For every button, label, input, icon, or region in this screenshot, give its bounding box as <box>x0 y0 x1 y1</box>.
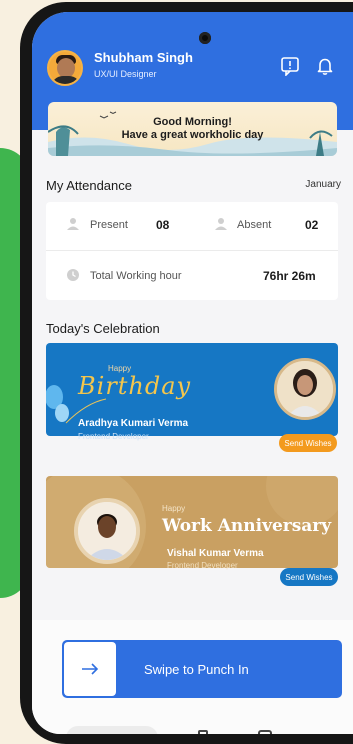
nav-calendar-icon[interactable] <box>198 730 208 734</box>
anniversary-heading: Work Anniversary <box>162 516 332 536</box>
anniversary-happy-text: Happy <box>162 504 186 513</box>
anniversary-person-role: Frontend Developer <box>167 561 238 570</box>
nav-briefcase-icon[interactable] <box>258 730 272 734</box>
bottom-navigation <box>32 714 353 734</box>
bell-icon[interactable] <box>315 56 335 76</box>
greeting-banner: Good Morning! Have a great workholic day <box>48 102 337 156</box>
anniversary-person-photo <box>74 498 140 564</box>
celebration-title: Today's Celebration <box>46 321 160 336</box>
swipe-punch-slider[interactable]: Swipe to Punch In <box>62 640 342 698</box>
arrow-right-icon <box>82 663 99 675</box>
birthday-person-photo <box>274 358 336 420</box>
birthday-send-wishes-button[interactable]: Send Wishes <box>279 434 337 452</box>
birthday-person-role: Frontend Developer <box>78 432 149 441</box>
absent-value: 02 <box>305 218 319 232</box>
anniversary-send-wishes-button[interactable]: Send Wishes <box>280 568 338 586</box>
birthday-heading: Birthday <box>78 372 192 400</box>
user-name: Shubham Singh <box>94 50 193 65</box>
swipe-punch-label: Swipe to Punch In <box>144 662 249 677</box>
greeting-line-1: Good Morning! <box>153 116 232 128</box>
person-icon <box>215 218 227 230</box>
month-selector[interactable]: January <box>305 179 341 190</box>
birthday-person-name: Aradhya Kumari Verma <box>78 418 189 429</box>
attendance-card <box>46 202 338 300</box>
greeting-line-2: Have a great workholic day <box>121 129 264 141</box>
nav-item-home[interactable] <box>66 726 158 734</box>
person-icon <box>67 218 79 230</box>
attendance-title: My Attendance <box>46 178 132 193</box>
phone-frame: Shubham Singh UX/UI Designer Good Mornin… <box>20 2 353 744</box>
greeting-text: Good Morning! Have a great workholic day <box>48 116 337 142</box>
anniversary-person-name: Vishal Kumar Verma <box>167 548 264 559</box>
app-screen: Shubham Singh UX/UI Designer Good Mornin… <box>32 12 353 734</box>
front-camera <box>199 32 211 44</box>
clock-icon <box>67 269 79 281</box>
working-hours-value: 76hr 26m <box>263 269 316 283</box>
divider <box>46 250 338 251</box>
present-label: Present <box>90 219 128 231</box>
chat-alert-icon[interactable] <box>280 56 300 76</box>
user-role: UX/UI Designer <box>94 69 157 79</box>
working-hours-label: Total Working hour <box>90 270 182 282</box>
avatar[interactable] <box>47 50 83 86</box>
swipe-handle[interactable] <box>64 642 116 696</box>
absent-label: Absent <box>237 219 272 231</box>
present-value: 08 <box>156 218 170 232</box>
